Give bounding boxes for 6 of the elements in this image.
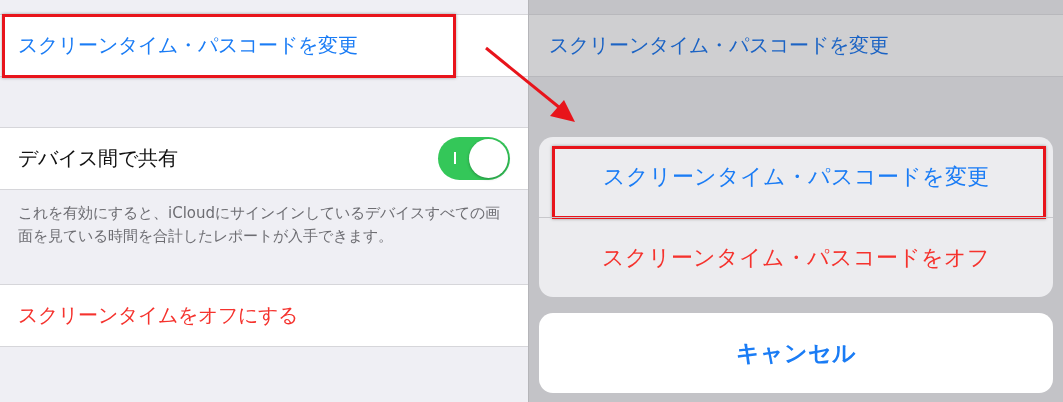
passcode-off-action[interactable]: スクリーンタイム・パスコードをオフ xyxy=(539,217,1053,297)
share-description: これを有効にすると、iCloudにサインインしているデバイスすべての画面を見ている時間を合計したレポートが入手できます。 xyxy=(17,203,501,247)
passcode-change-action[interactable]: スクリーンタイム・パスコードを変更 xyxy=(539,137,1053,217)
cancel-button[interactable]: キャンセル xyxy=(539,313,1053,393)
share-label: デバイス間で共有 xyxy=(18,145,179,172)
share-toggle[interactable] xyxy=(438,137,510,180)
